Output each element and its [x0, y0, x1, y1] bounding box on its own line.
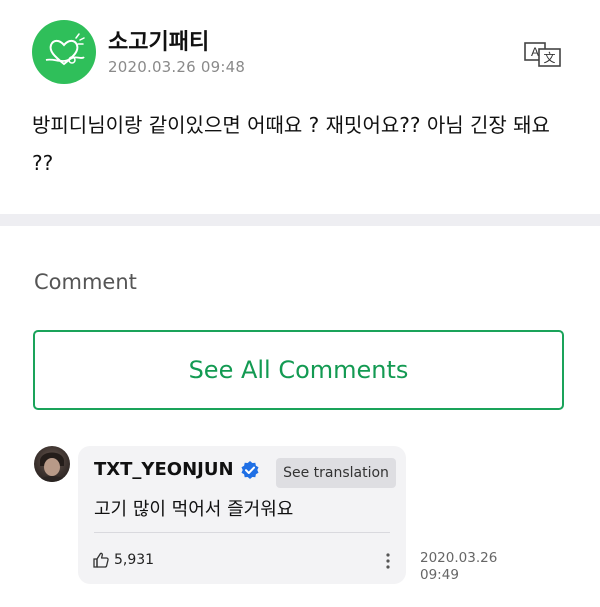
section-divider [0, 214, 600, 226]
thumbs-up-icon [93, 552, 109, 568]
post-timestamp: 2020.03.26 09:48 [108, 58, 246, 76]
see-all-comments-button[interactable]: See All Comments [33, 330, 564, 410]
comment-card-divider [94, 532, 390, 533]
comment-text: 고기 많이 먹어서 즐거워요 [94, 499, 294, 520]
comment-time: 09:49 [420, 567, 459, 583]
post-body: 방피디님이랑 같이있으면 어때요 ? 재밋어요?? 아님 긴장 돼요 ?? [32, 113, 550, 175]
commenter-avatar[interactable] [34, 446, 70, 482]
verified-badge-icon [241, 460, 259, 479]
translate-icon[interactable]: A 文 [522, 40, 564, 68]
svg-text:A: A [531, 45, 539, 59]
more-vertical-icon[interactable] [383, 551, 393, 571]
like-count: 5,931 [114, 552, 155, 568]
commenter-name-row[interactable]: TXT_YEONJUN [94, 459, 260, 480]
commenter-username[interactable]: TXT_YEONJUN [94, 459, 234, 480]
post-author[interactable]: 소고기패티 [108, 24, 209, 56]
heart-doodle-icon [45, 33, 85, 66]
comment-heading: Comment [34, 270, 137, 294]
like-button[interactable]: 5,931 [92, 551, 154, 569]
svg-text:文: 文 [543, 50, 555, 65]
author-avatar[interactable] [32, 20, 96, 84]
see-translation-button[interactable]: See translation [276, 458, 396, 488]
comment-date: 2020.03.26 [420, 550, 498, 566]
profile-photo-icon [38, 452, 66, 482]
comment-timestamp: 2020.03.26 09:49 [420, 550, 520, 584]
